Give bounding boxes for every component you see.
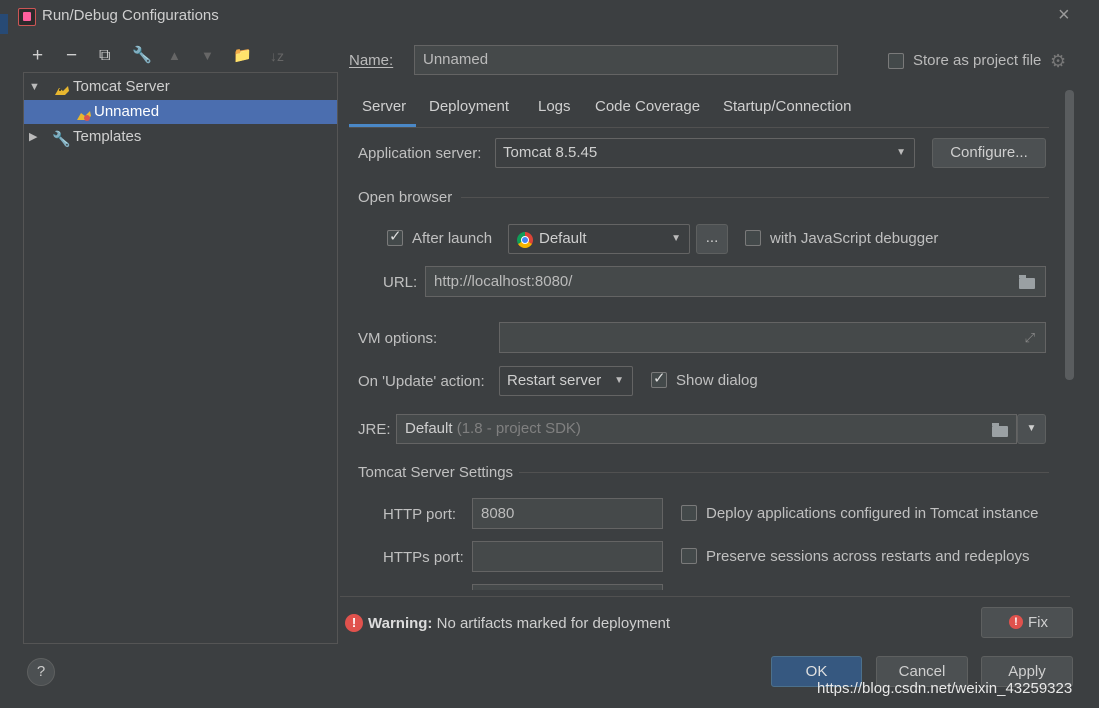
http-port-label: HTTP port:	[383, 506, 457, 523]
help-button[interactable]: ?	[27, 658, 55, 686]
jre-dropdown-button[interactable]: ▼	[1017, 414, 1046, 444]
deploy-apps-label: Deploy applications configured in Tomcat…	[706, 505, 1039, 522]
warning-bold: Warning:	[368, 615, 433, 632]
open-browser-divider	[461, 197, 1049, 198]
js-debugger-label: with JavaScript debugger	[770, 230, 939, 247]
tree-label-tomcat-server: Tomcat Server	[73, 78, 170, 95]
tree-label-templates: Templates	[73, 128, 142, 145]
fix-button[interactable]: ! Fix	[981, 607, 1073, 638]
tab-code-coverage[interactable]: Code Coverage	[595, 98, 700, 115]
after-launch-checkbox[interactable]	[387, 227, 403, 246]
after-launch-label: After launch	[412, 230, 493, 247]
warning-text: No artifacts marked for deployment	[436, 615, 671, 632]
bottom-divider	[340, 596, 1070, 597]
remove-icon[interactable]: −	[66, 44, 77, 68]
gear-icon[interactable]: ⚙	[1050, 51, 1066, 72]
show-dialog-checkbox[interactable]	[651, 369, 667, 388]
tomcat-settings-label: Tomcat Server Settings	[358, 464, 514, 481]
app-server-label: Application server:	[358, 145, 482, 162]
tree-item-unnamed[interactable]: Unnamed	[24, 100, 337, 124]
open-browser-label: Open browser	[358, 189, 453, 206]
https-port-input[interactable]	[472, 541, 663, 572]
preserve-sessions-label: Preserve sessions across restarts and re…	[706, 548, 1030, 565]
browser-more-button[interactable]: ...	[696, 224, 728, 254]
folder-add-icon[interactable]: 📁	[233, 44, 252, 68]
close-icon[interactable]: ×	[1058, 4, 1070, 27]
chevron-down-icon: ▼	[896, 147, 906, 158]
show-dialog-label: Show dialog	[676, 372, 758, 389]
browser-select[interactable]: Default ▼	[508, 224, 690, 254]
jre-value: Default	[405, 420, 453, 437]
preserve-sessions-checkbox[interactable]	[681, 548, 697, 564]
configuration-tree: ▼ Tomcat Server Unnamed ▶ 🔧 Templates	[23, 72, 338, 644]
wrench-icon[interactable]: 🔧	[132, 44, 152, 68]
jre-input[interactable]: Default (1.8 - project SDK)	[396, 414, 1017, 444]
chevron-down-icon: ▼	[671, 233, 681, 244]
tomcat-config-icon	[76, 106, 92, 121]
expanded-arrow-icon[interactable]: ▼	[29, 75, 40, 99]
deploy-apps-checkbox[interactable]	[681, 505, 697, 521]
url-label: URL:	[383, 274, 418, 291]
jre-hint: (1.8 - project SDK)	[456, 420, 581, 437]
http-port-input[interactable]: 8080	[472, 498, 663, 529]
move-down-icon[interactable]: ▼	[201, 44, 214, 68]
on-update-label: On 'Update' action:	[358, 373, 485, 390]
name-label: Name:	[349, 52, 394, 69]
url-value: http://localhost:8080/	[434, 273, 573, 290]
tomcat-settings-divider	[519, 472, 1049, 473]
tab-server[interactable]: Server	[362, 98, 406, 115]
store-as-project-label: Store as project file	[913, 52, 1042, 69]
add-icon[interactable]: +	[32, 44, 43, 68]
on-update-select[interactable]: Restart server ▼	[499, 366, 633, 396]
js-debugger-checkbox[interactable]	[745, 230, 761, 246]
wrench-icon: 🔧	[52, 131, 71, 148]
background-window-edge	[0, 14, 8, 34]
fix-label: Fix	[1028, 614, 1048, 631]
app-server-select[interactable]: Tomcat 8.5.45 ▼	[495, 138, 915, 168]
folder-icon[interactable]	[992, 423, 1008, 437]
app-server-value: Tomcat 8.5.45	[503, 144, 598, 161]
tab-divider	[349, 127, 1049, 128]
app-icon	[18, 8, 36, 26]
warning-bulb-icon: !	[1009, 615, 1023, 629]
tree-label-unnamed: Unnamed	[94, 103, 160, 120]
tree-item-templates[interactable]: ▶ 🔧 Templates	[24, 125, 337, 149]
name-input[interactable]: Unnamed	[414, 45, 838, 75]
window-title: Run/Debug Configurations	[42, 7, 219, 24]
sort-icon[interactable]: ↓z	[270, 44, 284, 68]
configure-button[interactable]: Configure...	[932, 138, 1046, 168]
vm-options-label: VM options:	[358, 330, 438, 347]
chevron-down-icon: ▼	[614, 375, 624, 386]
warning-icon: !	[345, 614, 363, 632]
warning-message: Warning: No artifacts marked for deploym…	[368, 615, 670, 632]
chevron-down-icon: ▼	[1026, 423, 1037, 434]
active-tab-indicator	[349, 124, 416, 127]
move-up-icon[interactable]: ▲	[168, 44, 181, 68]
watermark: https://blog.csdn.net/weixin_43259323	[817, 680, 1073, 697]
tab-deployment[interactable]: Deployment	[429, 98, 509, 115]
expand-icon[interactable]: ⤢	[1025, 330, 1035, 346]
chrome-icon	[517, 232, 533, 248]
copy-icon[interactable]: ⧉	[99, 44, 110, 68]
collapsed-arrow-icon[interactable]: ▶	[29, 125, 37, 149]
tab-logs[interactable]: Logs	[538, 98, 571, 115]
on-update-value: Restart server	[507, 372, 602, 389]
jre-label: JRE:	[358, 421, 391, 438]
vm-options-input[interactable]: ⤢	[499, 322, 1046, 353]
https-port-label: HTTPs port:	[383, 549, 464, 566]
store-as-project-checkbox[interactable]	[888, 53, 904, 69]
tomcat-icon	[54, 81, 70, 95]
vertical-scrollbar[interactable]	[1065, 90, 1074, 380]
tab-startup-connection[interactable]: Startup/Connection	[723, 98, 851, 115]
url-input[interactable]: http://localhost:8080/	[425, 266, 1046, 297]
folder-icon[interactable]	[1019, 275, 1035, 289]
tree-item-tomcat-server[interactable]: ▼ Tomcat Server	[24, 75, 337, 99]
browser-value: Default	[539, 230, 587, 247]
